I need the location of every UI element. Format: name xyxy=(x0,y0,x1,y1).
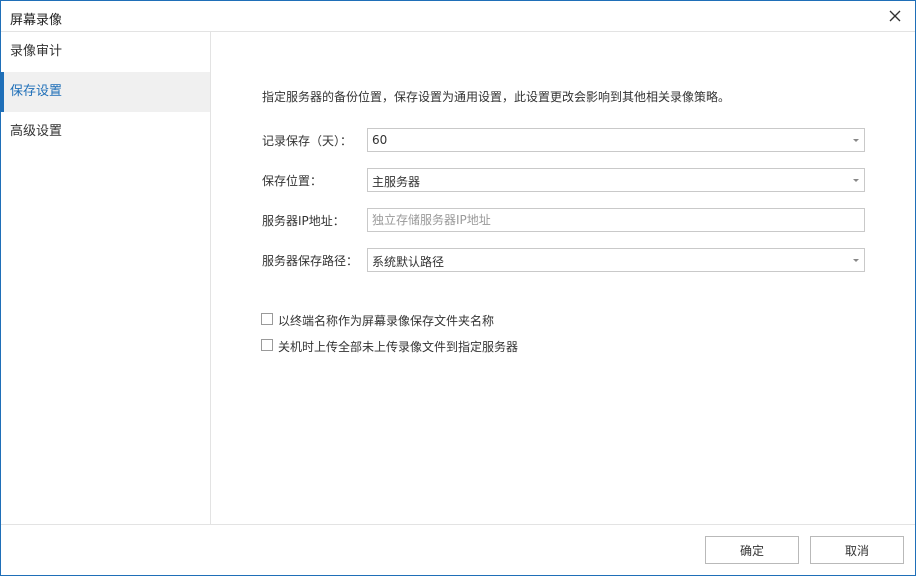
terminal-name-folder-checkbox[interactable] xyxy=(261,313,273,325)
server-path-value: 系统默认路径 xyxy=(372,255,445,269)
server-ip-label: 服务器IP地址： xyxy=(262,214,345,228)
cancel-button[interactable]: 取消 xyxy=(810,536,904,564)
server-ip-field[interactable] xyxy=(367,208,865,232)
ok-button[interactable]: 确定 xyxy=(705,536,799,564)
save-location-select[interactable]: 主服务器 xyxy=(367,168,865,192)
settings-panel: 指定服务器的备份位置，保存设置为通用设置，此设置更改会影响到其他相关录像策略。 … xyxy=(212,32,915,524)
sidebar-item-save-settings[interactable]: 保存设置 xyxy=(1,72,210,112)
chevron-down-icon xyxy=(853,139,859,142)
dialog-footer: 确定 取消 xyxy=(1,524,915,575)
retention-days-label: 记录保存（天）： xyxy=(262,134,353,148)
retention-days-value: 60 xyxy=(372,133,388,147)
sidebar-item-advanced-settings[interactable]: 高级设置 xyxy=(1,112,210,152)
terminal-name-folder-label: 以终端名称作为屏幕录像保存文件夹名称 xyxy=(278,314,495,328)
server-ip-input[interactable] xyxy=(368,209,864,231)
title-bar: 屏幕录像 xyxy=(1,1,915,32)
close-icon[interactable] xyxy=(887,8,903,24)
sidebar-item-label: 录像审计 xyxy=(10,44,63,59)
sidebar-item-label: 保存设置 xyxy=(10,84,63,99)
server-path-label: 服务器保存路径： xyxy=(262,254,359,268)
sidebar: 录像审计 保存设置 高级设置 xyxy=(1,32,211,524)
chevron-down-icon xyxy=(853,259,859,262)
sidebar-item-label: 高级设置 xyxy=(10,124,63,139)
save-location-label: 保存位置： xyxy=(262,174,323,188)
server-path-select[interactable]: 系统默认路径 xyxy=(367,248,865,272)
chevron-down-icon xyxy=(853,179,859,182)
save-location-value: 主服务器 xyxy=(372,175,421,189)
settings-description: 指定服务器的备份位置，保存设置为通用设置，此设置更改会影响到其他相关录像策略。 xyxy=(262,90,731,104)
sidebar-item-recording-audit[interactable]: 录像审计 xyxy=(1,32,210,72)
window-title: 屏幕录像 xyxy=(10,13,63,28)
upload-on-shutdown-checkbox[interactable] xyxy=(261,339,273,351)
screen-recording-dialog: 屏幕录像 录像审计 保存设置 高级设置 指定服务器的备份位置，保存设置为通用设置… xyxy=(0,0,916,576)
retention-days-select[interactable]: 60 xyxy=(367,128,865,152)
upload-on-shutdown-label: 关机时上传全部未上传录像文件到指定服务器 xyxy=(278,340,519,354)
